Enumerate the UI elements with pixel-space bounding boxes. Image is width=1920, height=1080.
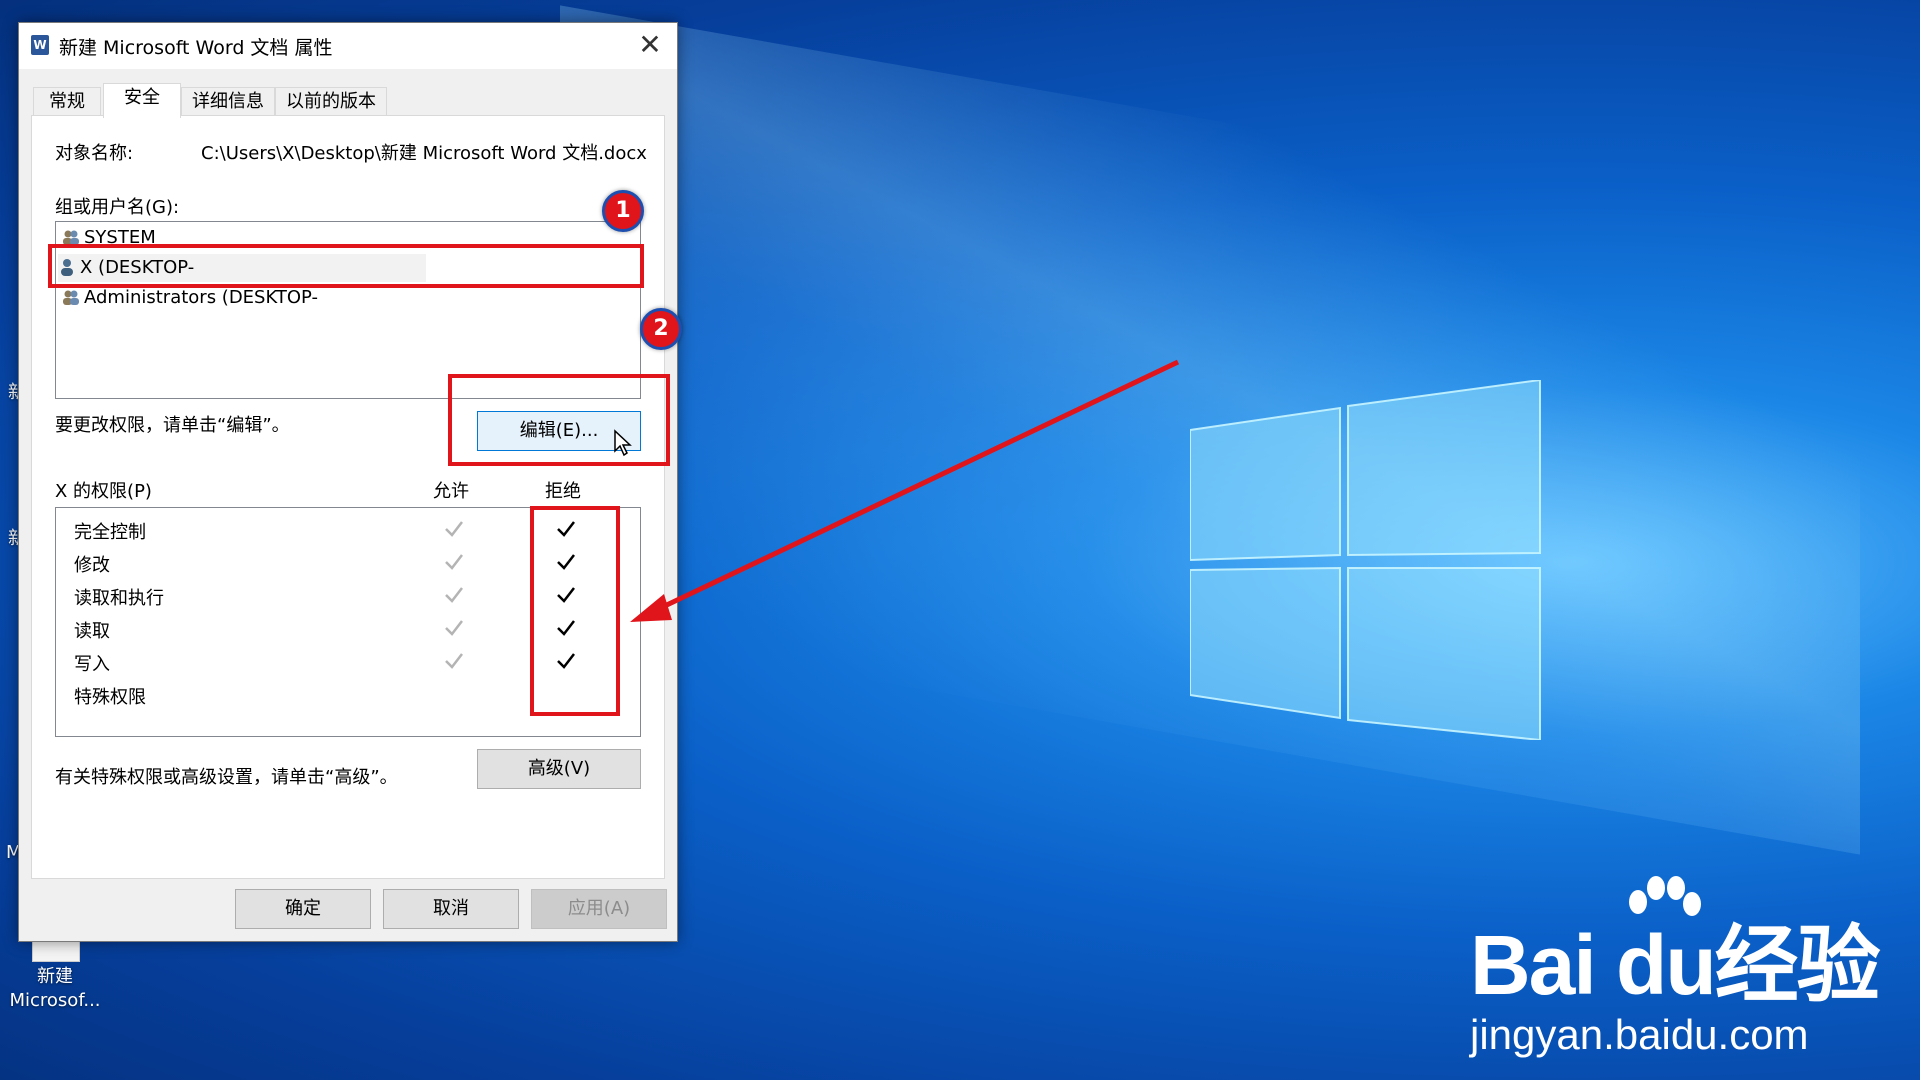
advanced-hint: 有关特殊权限或高级设置，请单击“高级”。 (55, 767, 398, 788)
allow-inherited-check-icon (445, 620, 463, 636)
list-item[interactable]: Administrators (DESKTOP- (62, 284, 318, 312)
tab-general[interactable]: 常规 (33, 87, 101, 116)
cancel-button[interactable]: 取消 (383, 889, 519, 929)
baidu-watermark: Bai du经验 jingyan.baidu.com (1470, 876, 1881, 1060)
advanced-button[interactable]: 高级(V) (477, 749, 641, 789)
users-group-icon (62, 227, 80, 245)
allow-inherited-check-icon (445, 554, 463, 570)
tab-previous-versions[interactable]: 以前的版本 (275, 87, 387, 116)
permission-name: 读取和执行 (74, 588, 164, 609)
step-badge-2: 2 (640, 308, 682, 350)
object-name-value: C:\Users\X\Desktop\新建 Microsoft Word 文档.… (201, 143, 647, 164)
apply-button[interactable]: 应用(A) (531, 889, 667, 929)
allow-inherited-check-icon (445, 587, 463, 603)
title-bar[interactable]: W 新建 Microsoft Word 文档 属性 ✕ (19, 23, 677, 69)
tab-security[interactable]: 安全 (103, 83, 181, 118)
shortcut-label-line1: 新建 (37, 966, 73, 987)
permission-name: 写入 (74, 654, 110, 675)
paw-icon (1618, 876, 1706, 956)
permission-name: 特殊权限 (74, 687, 146, 708)
group-users-label: 组或用户名(G): (55, 197, 180, 218)
user-name: Administrators (DESKTOP- (84, 287, 319, 308)
permission-name: 完全控制 (74, 522, 146, 543)
desktop-shortcut[interactable]: 新建 Microsof... (6, 965, 104, 1013)
users-group-icon (62, 287, 80, 305)
baidu-url: jingyan.baidu.com (1470, 1011, 1809, 1058)
allow-inherited-check-icon (445, 653, 463, 669)
dialog-title: 新建 Microsoft Word 文档 属性 (59, 37, 333, 59)
permissions-label: X 的权限(P) (55, 481, 152, 502)
step-badge-1: 1 (602, 190, 644, 232)
highlight-deny-column (530, 506, 620, 716)
tab-details[interactable]: 详细信息 (181, 87, 275, 116)
permission-name: 修改 (74, 555, 110, 576)
deny-header: 拒绝 (545, 481, 581, 502)
allow-inherited-check-icon (445, 521, 463, 537)
edit-hint: 要更改权限，请单击“编辑”。 (55, 415, 290, 436)
object-name-label: 对象名称: (55, 143, 134, 164)
highlight-edit-button (448, 374, 670, 466)
highlight-selected-user (48, 244, 644, 288)
close-icon[interactable]: ✕ (635, 29, 665, 61)
shortcut-label-line2: Microsof... (9, 990, 101, 1011)
ok-button[interactable]: 确定 (235, 889, 371, 929)
permission-name: 读取 (74, 621, 110, 642)
allow-header: 允许 (433, 481, 469, 502)
windows-logo (1190, 380, 1541, 740)
word-icon: W (31, 35, 49, 55)
properties-dialog: W 新建 Microsoft Word 文档 属性 ✕ 常规 安全 详细信息 以… (18, 22, 678, 942)
